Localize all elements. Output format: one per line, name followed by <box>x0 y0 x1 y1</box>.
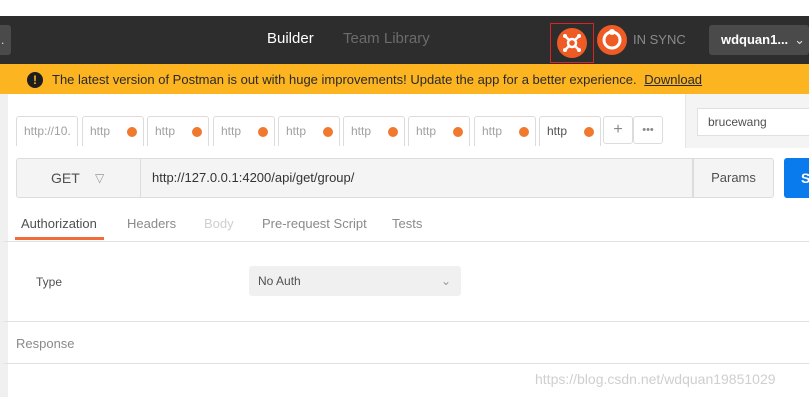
tab-headers[interactable]: Headers <box>127 216 176 231</box>
environment-panel: brucewang <box>685 94 809 148</box>
request-tabs-bar: http://10. http http http http http http… <box>0 94 809 148</box>
request-tab[interactable]: http <box>343 116 405 146</box>
environment-select[interactable]: brucewang <box>697 108 809 136</box>
tab-builder[interactable]: Builder <box>267 30 314 47</box>
request-tab-label: http://10. <box>24 124 71 138</box>
sync-icon[interactable] <box>597 25 627 55</box>
unsaved-dot-icon <box>584 127 594 137</box>
unsaved-dot-icon <box>453 127 463 137</box>
user-name: wdquan1... <box>721 32 789 47</box>
request-tab-label: http <box>351 124 372 138</box>
unsaved-dot-icon <box>323 127 333 137</box>
tab-authorization[interactable]: Authorization <box>15 216 104 240</box>
top-bar: . Builder Team Library IN SYNC wdquan1..… <box>0 0 809 64</box>
authorization-panel: Type No Auth ⌄ <box>0 242 809 322</box>
chevron-down-icon: ⌄ <box>794 32 805 47</box>
request-tab[interactable]: http <box>147 116 209 146</box>
more-tabs-button[interactable]: ••• <box>633 116 663 144</box>
send-button[interactable]: Se <box>784 158 809 198</box>
request-tab-label: http <box>90 124 111 138</box>
tab-pre-request-script[interactable]: Pre-request Script <box>262 216 367 231</box>
request-tab[interactable]: http <box>278 116 340 146</box>
banner-text: The latest version of Postman is out wit… <box>52 72 637 87</box>
tab-team-library[interactable]: Team Library <box>343 30 430 47</box>
request-tab-label: http <box>482 124 503 138</box>
request-tab[interactable]: http <box>474 116 536 146</box>
method-select[interactable]: GET ▽ <box>16 158 141 198</box>
satellite-icon <box>557 28 587 58</box>
warning-icon: ! <box>27 72 43 88</box>
request-tab-label: http <box>286 124 307 138</box>
tab-tests[interactable]: Tests <box>392 216 422 231</box>
request-tab-label: http <box>221 124 242 138</box>
unsaved-dot-icon <box>258 127 268 137</box>
method-label: GET <box>51 170 80 186</box>
unsaved-dot-icon <box>127 127 137 137</box>
watermark: https://blog.csdn.net/wdquan19851029 <box>535 371 776 387</box>
request-tab[interactable]: http://10. <box>16 116 78 146</box>
add-tab-button[interactable]: + <box>603 116 633 144</box>
request-url-bar: GET ▽ http://127.0.0.1:4200/api/get/grou… <box>0 148 809 212</box>
request-tab-label: http <box>155 124 176 138</box>
banner-message: The latest version of Postman is out wit… <box>52 64 702 96</box>
back-button[interactable]: . <box>0 25 11 55</box>
request-tab[interactable]: http <box>213 116 275 146</box>
request-tab-active[interactable]: http <box>539 116 601 146</box>
auth-type-select[interactable]: No Auth ⌄ <box>249 266 461 296</box>
tab-body[interactable]: Body <box>204 216 234 231</box>
auth-type-value: No Auth <box>258 274 301 288</box>
request-tab[interactable]: http <box>408 116 470 146</box>
request-tab-label: http <box>416 124 437 138</box>
params-button[interactable]: Params <box>693 158 774 198</box>
download-link[interactable]: Download <box>644 72 702 87</box>
request-tab[interactable]: http <box>82 116 144 146</box>
chevron-down-icon: ⌄ <box>440 274 451 288</box>
unsaved-dot-icon <box>192 127 202 137</box>
url-input[interactable]: http://127.0.0.1:4200/api/get/group/ <box>141 158 693 198</box>
response-body: https://blog.csdn.net/wdquan19851029 <box>0 364 809 397</box>
unsaved-dot-icon <box>519 127 529 137</box>
capture-button[interactable] <box>550 23 594 63</box>
response-label: Response <box>16 336 75 351</box>
update-banner: ! The latest version of Postman is out w… <box>0 64 809 94</box>
auth-type-label: Type <box>36 275 63 289</box>
unsaved-dot-icon <box>388 127 398 137</box>
chevron-down-icon: ▽ <box>95 171 105 185</box>
header-bar: . Builder Team Library IN SYNC wdquan1..… <box>0 16 809 64</box>
request-subtabs: Authorization Headers Body Pre-request S… <box>0 212 809 242</box>
request-tab-label: http <box>547 124 568 138</box>
sync-status: IN SYNC <box>633 32 686 47</box>
response-panel: Response <box>0 322 809 364</box>
user-menu[interactable]: wdquan1... ⌄ <box>709 25 809 55</box>
